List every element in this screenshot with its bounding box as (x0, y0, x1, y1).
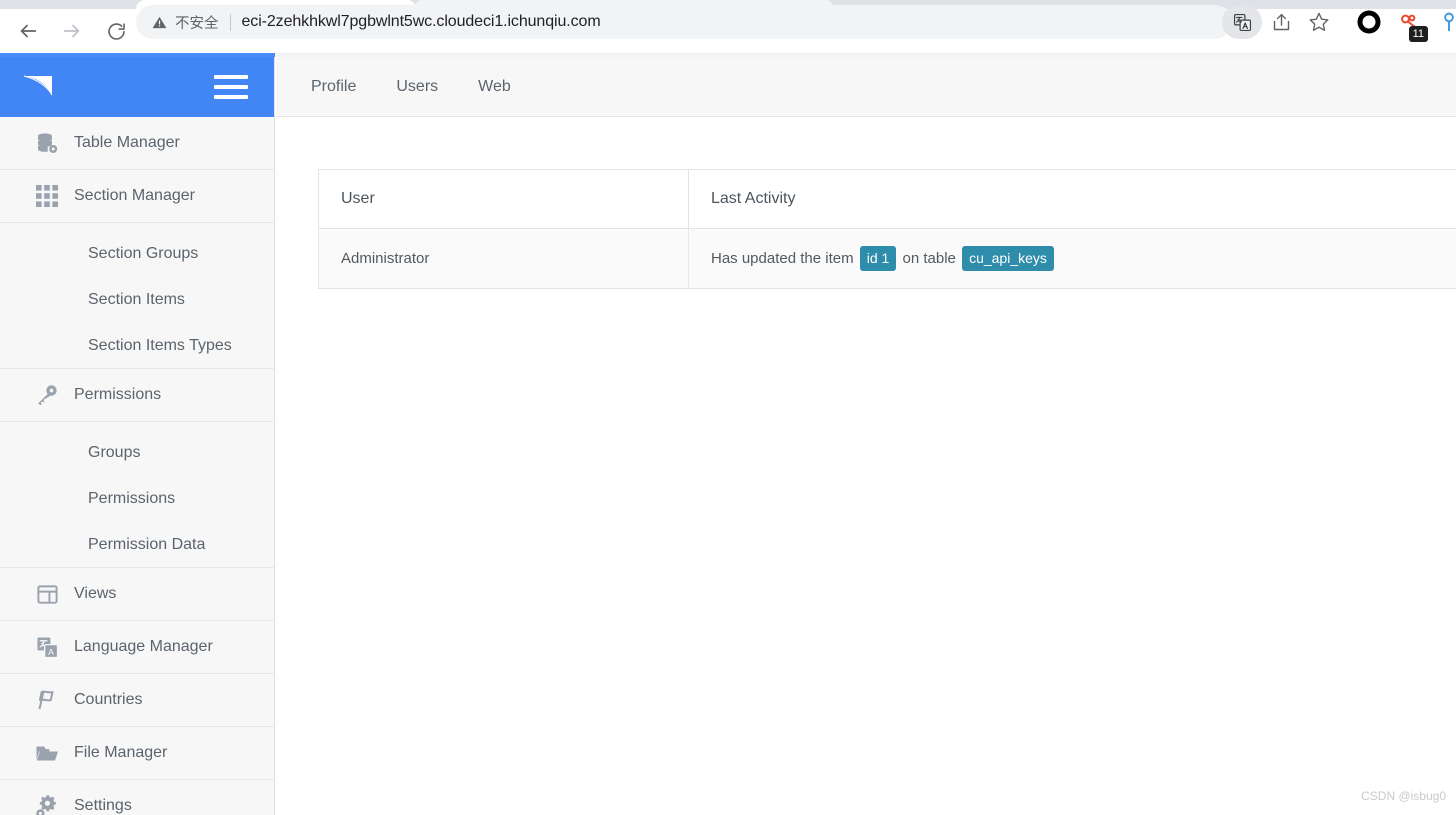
reload-icon (107, 22, 125, 40)
grid-icon (34, 183, 60, 209)
cell-user: Administrator (318, 228, 689, 289)
watermark: CSDN @isbug0 (1361, 789, 1446, 803)
sidebar-item-file-manager[interactable]: File Manager (0, 727, 274, 780)
forward-button[interactable] (54, 13, 90, 49)
warning-triangle-icon (152, 16, 167, 28)
svg-text:A: A (48, 646, 54, 656)
sidebar-item-label: Permissions (74, 386, 162, 403)
pin-icon (1444, 12, 1454, 32)
table-name-badge: cu_api_keys (962, 246, 1054, 271)
sidebar-item-label: Settings (74, 797, 132, 814)
omnibox-divider (229, 13, 231, 31)
address-bar[interactable]: 不安全 eci-2zehkhkwl7pgbwlnt5wc.cloudeci1.i… (136, 5, 1232, 39)
translate-icon: A (34, 634, 60, 660)
hamburger-line (214, 85, 248, 89)
hamburger-line (214, 95, 248, 99)
sidebar-item-section-manager[interactable]: Section Manager (0, 170, 274, 223)
arrow-right-icon (63, 24, 80, 38)
tab-users[interactable]: Users (376, 57, 458, 117)
extension-badge-count: 11 (1408, 26, 1428, 42)
activity-middle-text: on table (902, 250, 956, 267)
table-body: Administrator Has updated the item id 1 … (318, 228, 1456, 289)
bookmark-icon-button[interactable] (1300, 5, 1338, 39)
item-id-badge: id 1 (859, 246, 897, 271)
page-viewport: Table Manager Section Manager Section Gr… (0, 57, 1456, 815)
url-text: eci-2zehkhkwl7pgbwlnt5wc.cloudeci1.ichun… (241, 13, 601, 30)
translate-icon-button[interactable] (1222, 5, 1262, 39)
sidebar-item-permission-data[interactable]: Permission Data (0, 522, 274, 568)
sidebar-toggle-button[interactable] (214, 75, 248, 99)
activity-prefix-text: Has updated the item (711, 250, 854, 267)
proxy-extension-button[interactable]: 11 (1392, 5, 1428, 42)
tab-web[interactable]: Web (458, 57, 531, 117)
sidebar-item-label: Language Manager (74, 638, 213, 655)
sidebar-item-countries[interactable]: Countries (0, 674, 274, 727)
sidebar-item-label: Countries (74, 691, 143, 708)
omnibox-actions (1222, 5, 1338, 39)
main-content: Profile Users Web User Last Activity Adm… (276, 57, 1456, 815)
sidebar-item-label: Section Groups (88, 245, 199, 262)
flag-icon (34, 687, 60, 713)
sidebar-item-permissions[interactable]: Permissions (0, 369, 274, 422)
activity-table: User Last Activity Administrator Has upd… (318, 169, 1456, 289)
sidebar-item-label: Section Items Types (88, 336, 232, 354)
share-icon (1273, 13, 1289, 30)
folder-icon (34, 740, 60, 766)
database-gear-icon (34, 130, 60, 156)
pin-extension-button[interactable] (1432, 5, 1456, 39)
translate-icon (1233, 13, 1251, 31)
sidebar-item-settings[interactable]: Settings (0, 780, 274, 815)
sidebar-item-views[interactable]: Views (0, 568, 274, 621)
key-icon (34, 382, 60, 408)
sidebar-item-label: Section Manager (74, 187, 195, 204)
sidebar-item-section-items-types[interactable]: Section Items Types (0, 323, 274, 369)
sidebar-group-spacer (0, 223, 274, 231)
column-header-user: User (318, 169, 689, 229)
sidebar-item-label: Permissions (88, 490, 176, 507)
sidebar-item-label: Views (74, 585, 117, 602)
sidebar-item-label: Section Items (88, 291, 185, 308)
circle-ring-icon (1357, 10, 1381, 34)
share-icon-button[interactable] (1262, 5, 1300, 39)
star-icon (1309, 12, 1329, 31)
ring-extension-button[interactable] (1352, 5, 1386, 39)
sidebar: Table Manager Section Manager Section Gr… (0, 57, 275, 815)
top-navigation: Profile Users Web (276, 57, 1456, 117)
sidebar-header (0, 57, 274, 117)
cell-last-activity: Has updated the item id 1 on table cu_ap… (688, 228, 1456, 289)
back-button[interactable] (10, 13, 46, 49)
sidebar-item-label: Groups (88, 444, 141, 461)
app-logo[interactable] (22, 72, 60, 102)
sidebar-item-table-manager[interactable]: Table Manager (0, 117, 274, 170)
wing-logo-icon (23, 75, 53, 96)
sidebar-item-label: Table Manager (74, 134, 180, 151)
table-row: Administrator Has updated the item id 1 … (318, 228, 1456, 289)
activity-table-wrapper: User Last Activity Administrator Has upd… (318, 169, 1456, 289)
sidebar-item-groups[interactable]: Groups (0, 430, 274, 476)
table-head: User Last Activity (318, 169, 1456, 229)
tab-profile[interactable]: Profile (291, 57, 376, 117)
sidebar-item-section-groups[interactable]: Section Groups (0, 231, 274, 277)
sidebar-item-section-items[interactable]: Section Items (0, 277, 274, 323)
reload-button[interactable] (98, 13, 134, 49)
hamburger-line (214, 75, 248, 79)
sidebar-item-language-manager[interactable]: A Language Manager (0, 621, 274, 674)
security-status-label: 不安全 (175, 15, 219, 32)
table-header-row: User Last Activity (318, 169, 1456, 229)
sidebar-item-permissions-sub[interactable]: Permissions (0, 476, 274, 522)
sidebar-item-label: Permission Data (88, 535, 206, 553)
extension-area: 11 (1352, 5, 1456, 42)
column-header-last-activity: Last Activity (688, 169, 1456, 229)
sidebar-item-label: File Manager (74, 744, 168, 761)
gears-icon (34, 793, 60, 815)
sidebar-group-spacer (0, 422, 274, 430)
arrow-left-icon (20, 24, 37, 38)
layout-icon (34, 581, 60, 607)
